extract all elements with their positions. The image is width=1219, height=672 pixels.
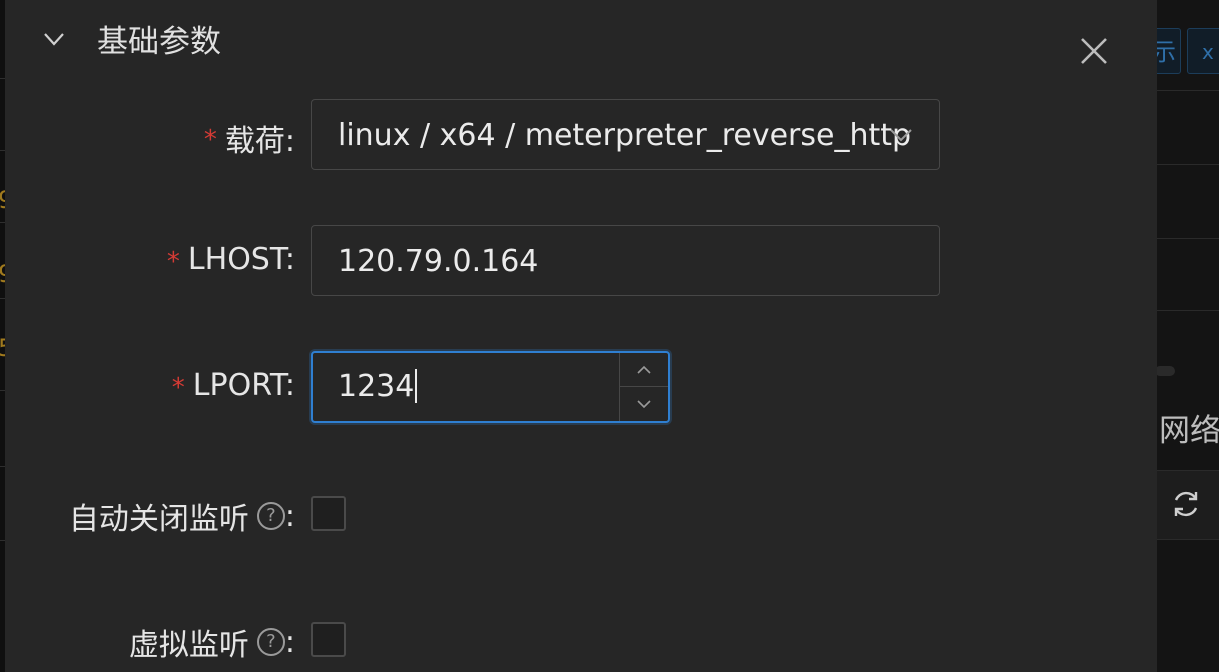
virtual-listener-label-text: 虚拟监听 xyxy=(128,628,249,663)
lport-label-text: LPORT: xyxy=(192,368,295,403)
help-icon[interactable]: ? xyxy=(256,628,285,656)
refresh-button[interactable] xyxy=(1157,470,1219,540)
backdrop-tag: 示 xyxy=(1157,28,1181,74)
chevron-up-icon xyxy=(637,365,651,374)
virtual-listener-checkbox[interactable] xyxy=(311,622,346,657)
auto-close-checkbox[interactable] xyxy=(311,496,346,531)
backdrop-tag: x xyxy=(1187,28,1219,74)
auto-close-label-text: 自动关闭监听 xyxy=(68,502,249,537)
chevron-down-icon xyxy=(44,32,64,46)
section-title: 基础参数 xyxy=(97,24,221,60)
modal-dialog: 基础参数 * 载荷: linux / x64 / meterpreter_rev… xyxy=(5,0,1157,672)
backdrop-tab-network[interactable]: 网络 xyxy=(1159,405,1219,450)
section-header-basic-params[interactable]: 基础参数 xyxy=(41,16,221,61)
payload-select[interactable]: linux / x64 / meterpreter_reverse_http xyxy=(311,99,940,170)
required-mark: * xyxy=(171,372,185,403)
lhost-input-value: 120.79.0.164 xyxy=(338,244,539,279)
payload-label-text: 载荷: xyxy=(224,124,295,159)
payload-select-value: linux / x64 / meterpreter_reverse_http xyxy=(338,118,912,153)
payload-label: * 载荷: xyxy=(204,116,295,160)
select-arrow-icon xyxy=(890,129,912,142)
auto-close-label: 自动关闭监听 ? : xyxy=(69,494,295,538)
chevron-down-icon xyxy=(637,400,651,409)
help-icon[interactable]: ? xyxy=(256,502,285,530)
required-mark: * xyxy=(166,246,180,277)
scrollbar-thumb[interactable] xyxy=(1157,366,1175,376)
lport-label: * LPORT: xyxy=(172,368,295,403)
lport-number-input[interactable]: 1234 xyxy=(311,351,670,423)
close-button[interactable] xyxy=(1077,34,1111,68)
lhost-input[interactable]: 120.79.0.164 xyxy=(311,225,940,296)
increment-button[interactable] xyxy=(620,353,668,387)
lport-input-value: 1234 xyxy=(338,353,418,421)
lhost-label: * LHOST: xyxy=(167,242,295,277)
lhost-label-text: LHOST: xyxy=(187,242,295,277)
refresh-icon xyxy=(1174,491,1198,517)
virtual-listener-label: 虚拟监听 ? : xyxy=(129,620,295,664)
lport-stepper xyxy=(619,353,668,421)
label-colon: : xyxy=(284,498,295,534)
close-icon xyxy=(1081,38,1107,64)
decrement-button[interactable] xyxy=(620,387,668,421)
required-mark: * xyxy=(203,125,217,155)
label-colon: : xyxy=(284,624,295,660)
backdrop-right: 示 x 网络 xyxy=(1157,0,1219,672)
